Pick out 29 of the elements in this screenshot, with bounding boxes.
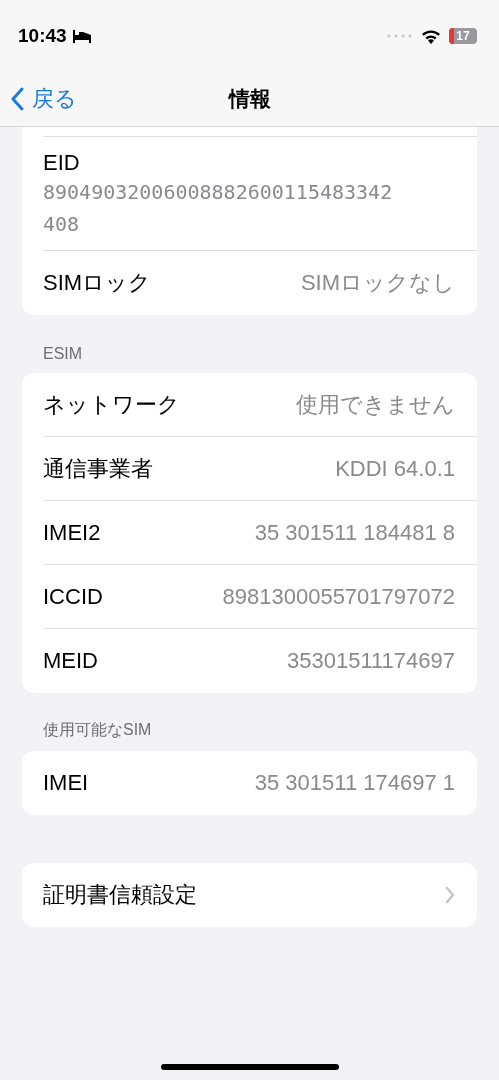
- chevron-right-icon: [445, 886, 455, 904]
- row-label: IMEI2: [43, 519, 101, 546]
- row-label: MEID: [43, 648, 98, 674]
- row-value: 35 301511 174697 1: [254, 770, 455, 796]
- row-value: 8981300055701797072: [222, 583, 455, 610]
- home-indicator[interactable]: [160, 1064, 339, 1070]
- row-label: ネットワーク: [43, 390, 180, 419]
- row-value: KDDI 64.0.1: [335, 455, 455, 482]
- wifi-icon: [421, 28, 441, 44]
- back-chevron-icon: [10, 87, 24, 111]
- row-value: 89049032006008882600115483342408: [43, 179, 393, 238]
- row-value: 35301511174697: [286, 648, 455, 674]
- row-label: 通信事業者: [43, 454, 153, 483]
- signal-icon: [387, 34, 413, 38]
- settings-link[interactable]: 証明書信頼設定: [43, 863, 477, 927]
- row-value: SIMロックなし: [300, 269, 455, 297]
- bed-icon: [71, 29, 92, 43]
- section-header: ESIM: [42, 344, 84, 364]
- screen-title: 情報: [228, 86, 271, 112]
- row-label: IMEI: [43, 770, 89, 796]
- clock-time: 10:43: [18, 25, 67, 47]
- back-button[interactable]: 戻る: [10, 84, 77, 114]
- section-header: 使用可能なSIM: [42, 720, 153, 740]
- row-label: ICCID: [43, 583, 103, 610]
- row-label: SIMロック: [43, 269, 152, 297]
- row-value: 使用できません: [296, 390, 455, 419]
- row-label: EID: [43, 150, 80, 176]
- row-value: 35 301511 184481 8: [254, 519, 455, 546]
- battery-percent: 17: [456, 29, 470, 43]
